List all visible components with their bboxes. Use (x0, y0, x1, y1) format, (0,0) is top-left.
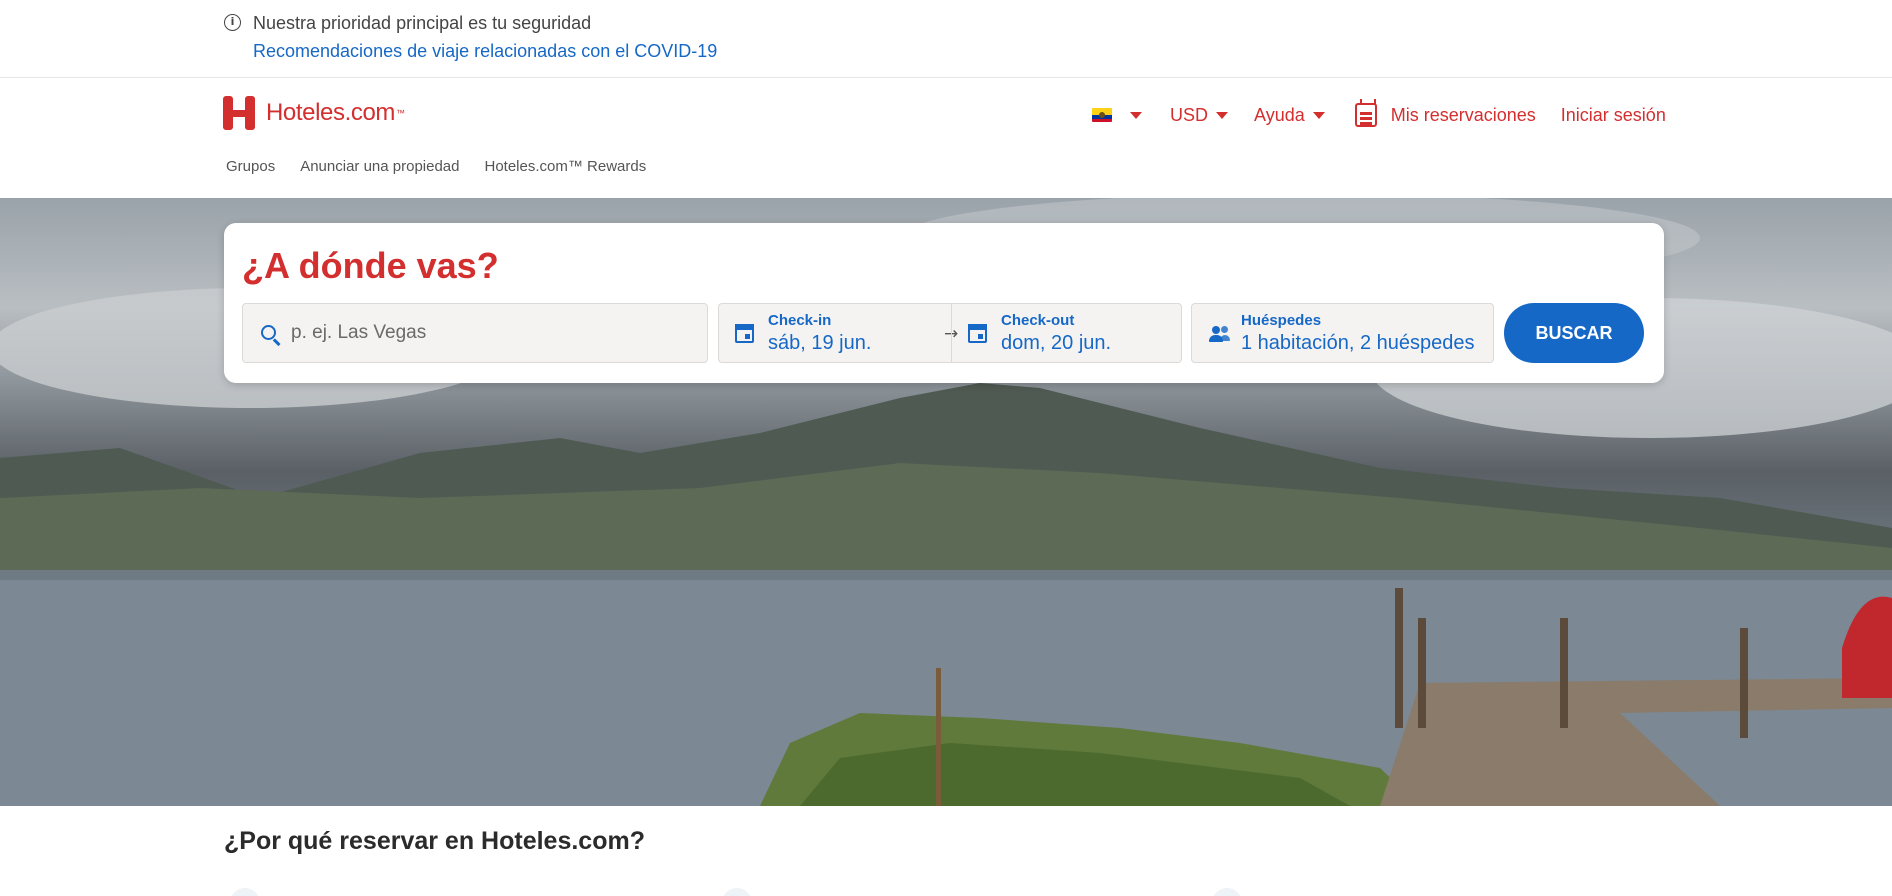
covid-banner-title: Nuestra prioridad principal es tu seguri… (253, 13, 592, 33)
subnav-item-groups[interactable]: Grupos (226, 158, 275, 175)
hoteles-logo-icon (223, 96, 255, 130)
covid-recommendations-link[interactable]: Recomendaciones de viaje relacionadas co… (253, 41, 717, 62)
calendar-icon (735, 324, 754, 343)
sign-in-label: Iniciar sesión (1560, 104, 1666, 125)
people-icon (1209, 326, 1231, 342)
search-button[interactable]: BUSCAR (1504, 303, 1644, 363)
search-card: ¿A dónde vas? Check-in sáb, 19 jun. → Ch… (224, 223, 1664, 383)
guests-label: Huéspedes (1241, 312, 1322, 329)
chevron-down-icon (1216, 111, 1229, 119)
checkout-field[interactable]: Check-out dom, 20 jun. (951, 304, 1181, 362)
currency-selector[interactable]: USD (1170, 104, 1229, 126)
subnav-item-rewards[interactable]: Hoteles.com™ Rewards (485, 158, 647, 175)
chevron-down-icon (1130, 111, 1142, 119)
logo-trademark: ™ (395, 108, 405, 118)
why-book-heading: ¿Por qué reservar en Hoteles.com? (224, 827, 645, 855)
covid-banner: i Nuestra prioridad principal es tu segu… (0, 0, 1892, 78)
feature-icon (722, 888, 752, 896)
currency-label: USD (1170, 104, 1209, 125)
feature-icon (230, 888, 260, 896)
checkout-value: dom, 20 jun. (1001, 332, 1112, 354)
sign-in-link[interactable]: Iniciar sesión (1561, 105, 1666, 126)
header-nav: USD Ayuda Mis reservaciones Iniciar sesi… (1092, 99, 1666, 130)
checkin-value: sáb, 19 jun. (768, 332, 872, 354)
checkin-field[interactable]: Check-in sáb, 19 jun. → (719, 304, 958, 362)
region-selector[interactable] (1092, 108, 1142, 122)
subnav-item-list-property[interactable]: Anunciar una propiedad (300, 158, 459, 175)
help-menu[interactable]: Ayuda (1254, 105, 1325, 126)
guests-field[interactable]: Huéspedes 1 habitación, 2 huéspedes (1191, 303, 1494, 363)
guests-value: 1 habitación, 2 huéspedes (1241, 332, 1475, 354)
calendar-icon (968, 324, 987, 343)
calendar-icon (1354, 99, 1377, 127)
my-reservations-label: Mis reservaciones (1390, 104, 1536, 125)
checkout-label: Check-out (1001, 312, 1075, 329)
chevron-down-icon (1312, 111, 1325, 119)
search-icon (261, 325, 276, 340)
secondary-nav: Grupos Anunciar una propiedad Hoteles.co… (226, 158, 646, 175)
dates-field: Check-in sáb, 19 jun. → Check-out dom, 2… (718, 303, 1182, 363)
hoteles-logo[interactable]: Hoteles.com ™ (223, 96, 405, 130)
destination-field[interactable] (242, 303, 708, 363)
search-title: ¿A dónde vas? (242, 245, 499, 286)
feature-icon (1212, 888, 1242, 896)
help-label: Ayuda (1254, 104, 1305, 125)
checkin-label: Check-in (768, 312, 832, 329)
destination-input[interactable] (291, 304, 691, 362)
info-icon: i (224, 14, 241, 31)
logo-text: Hoteles.com (266, 99, 395, 126)
site-header: Hoteles.com ™ USD Ayuda Mis reservacione… (0, 78, 1892, 198)
my-reservations-link[interactable]: Mis reservaciones (1354, 99, 1536, 127)
ecuador-flag-icon (1092, 108, 1112, 122)
